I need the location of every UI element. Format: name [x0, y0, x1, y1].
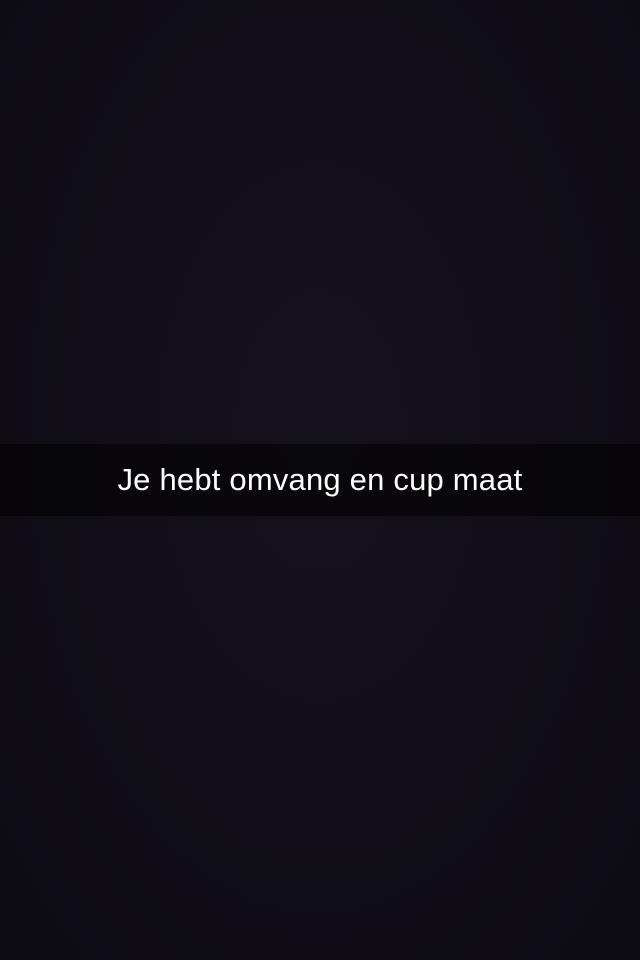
caption-bar: Je hebt omvang en cup maat: [0, 444, 640, 516]
caption-text: Je hebt omvang en cup maat: [117, 462, 523, 497]
